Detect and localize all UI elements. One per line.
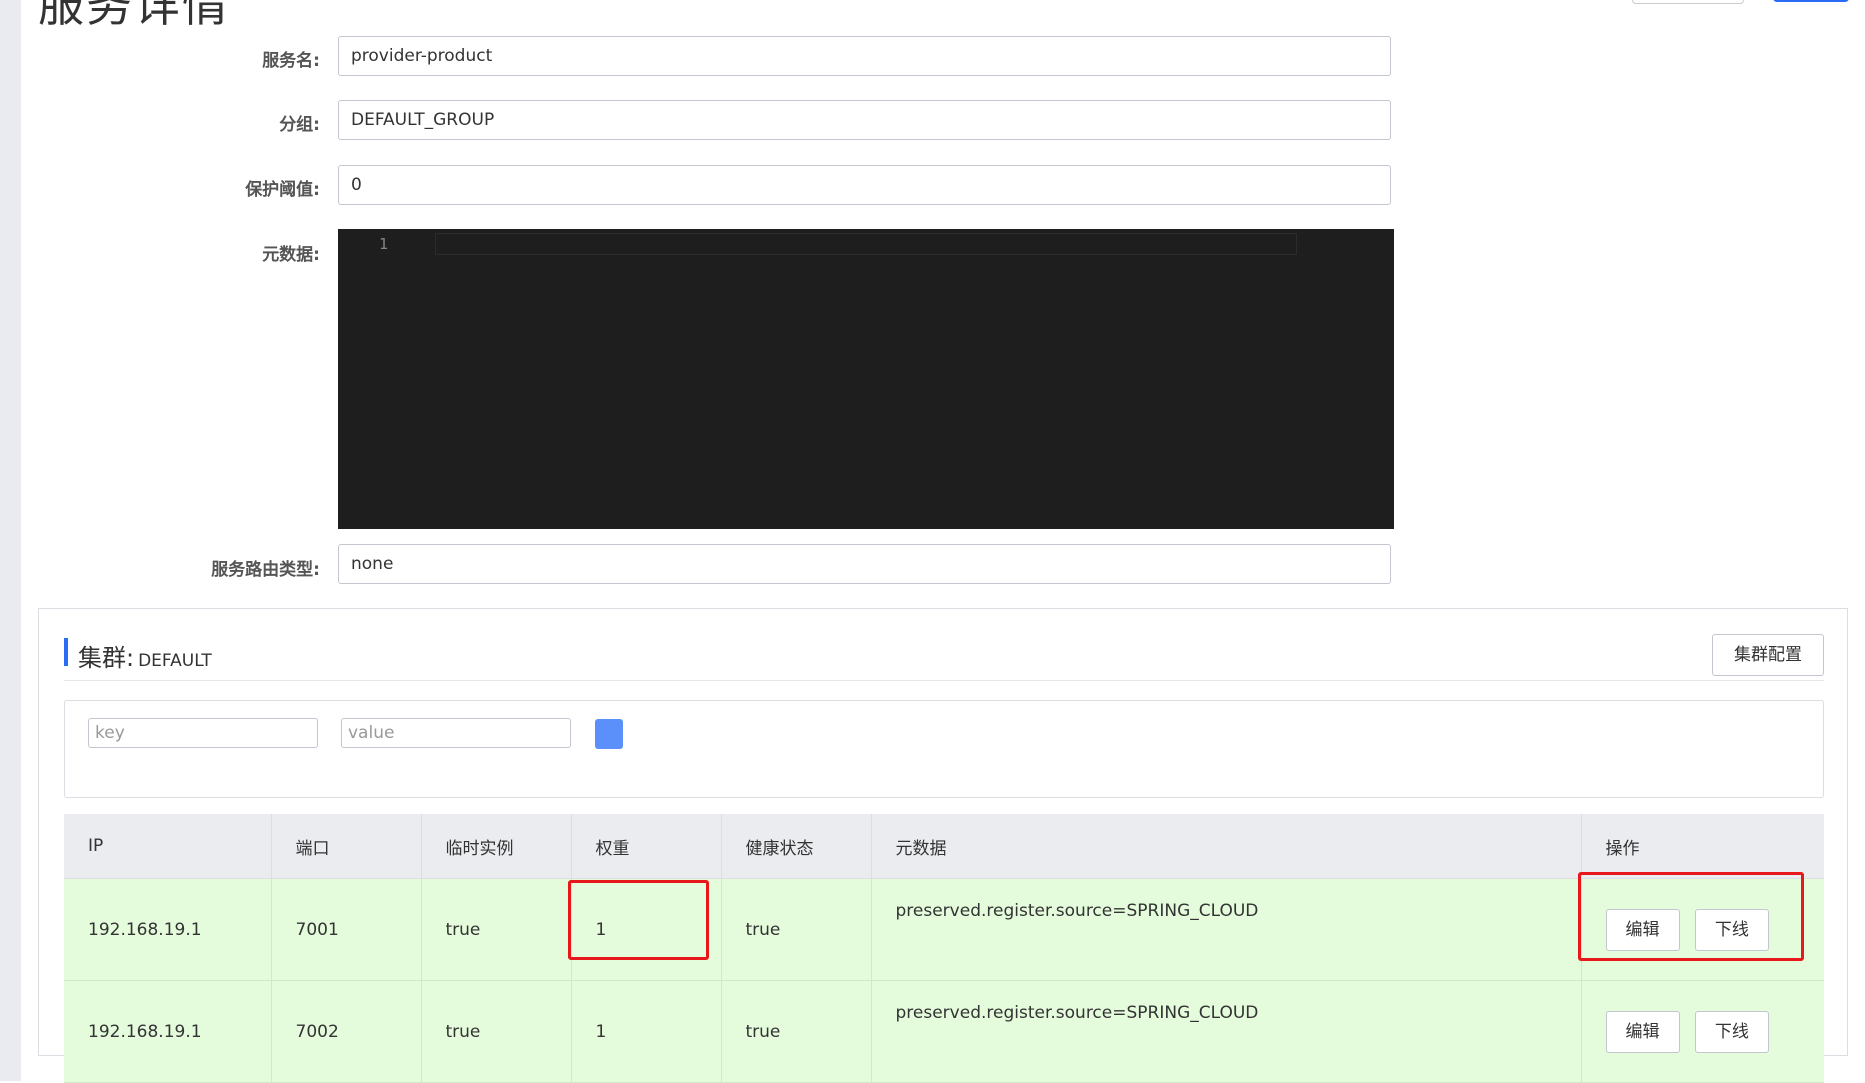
cell-metadata: preserved.register.source=SPRING_CLOUD [871, 980, 1582, 1083]
page-title: 服务详情 [38, 0, 230, 32]
cell-ip: 192.168.19.1 [64, 980, 272, 1083]
service-name-label: 服务名: [262, 51, 320, 71]
table-header-row: IP 端口 临时实例 权重 健康状态 元数据 操作 [64, 814, 1824, 879]
cell-weight: 1 [571, 878, 722, 981]
column-header-healthy: 健康状态 [721, 814, 872, 879]
cluster-config-button[interactable]: 集群配置 [1712, 634, 1824, 676]
cell-ephemeral: true [421, 980, 572, 1083]
metadata-editor[interactable]: 1 [338, 229, 1394, 529]
edit-button[interactable]: 编辑 [1605, 908, 1680, 951]
column-header-metadata: 元数据 [871, 814, 1582, 879]
column-header-port: 端口 [271, 814, 422, 879]
cell-healthy: true [721, 878, 872, 981]
cluster-name: DEFAULT [138, 651, 212, 671]
cell-port: 7002 [271, 980, 422, 1083]
offline-button[interactable]: 下线 [1694, 1010, 1769, 1053]
service-name-field[interactable]: provider-product [338, 36, 1391, 76]
metadata-label: 元数据: [262, 245, 320, 265]
column-header-actions: 操作 [1581, 814, 1824, 879]
route-type-field[interactable]: none [338, 544, 1391, 584]
cell-actions: 编辑 下线 [1581, 980, 1824, 1083]
back-button[interactable] [1632, 0, 1744, 4]
column-header-ephemeral: 临时实例 [421, 814, 572, 879]
table-row: 192.168.19.1 7002 true 1 true preserved.… [64, 980, 1824, 1083]
current-line-highlight [435, 233, 1297, 255]
column-header-ip: IP [64, 814, 272, 879]
protect-threshold-field[interactable]: 0 [338, 165, 1391, 205]
left-gutter [0, 0, 21, 1081]
table-row: 192.168.19.1 7001 true 1 true preserved.… [64, 878, 1824, 981]
instance-table: IP 端口 临时实例 权重 健康状态 元数据 操作 192.168.19.1 7… [64, 814, 1824, 1083]
cell-weight: 1 [571, 980, 722, 1083]
filter-add-button[interactable] [595, 719, 623, 749]
cell-ip: 192.168.19.1 [64, 878, 272, 981]
cell-port: 7001 [271, 878, 422, 981]
filter-value-input[interactable] [341, 718, 571, 748]
editor-gutter: 1 [338, 229, 400, 529]
cluster-divider [64, 680, 1824, 681]
cell-actions: 编辑 下线 [1581, 878, 1824, 981]
line-number: 1 [378, 235, 388, 253]
edit-button[interactable]: 编辑 [1605, 1010, 1680, 1053]
filter-key-input[interactable] [88, 718, 318, 748]
cluster-title: 集群: DEFAULT [64, 638, 212, 672]
confirm-button[interactable] [1773, 0, 1849, 2]
column-header-weight: 权重 [571, 814, 722, 879]
cluster-label: 集群: [78, 644, 135, 672]
group-field[interactable]: DEFAULT_GROUP [338, 100, 1391, 140]
cell-healthy: true [721, 980, 872, 1083]
cell-metadata: preserved.register.source=SPRING_CLOUD [871, 878, 1582, 981]
cell-ephemeral: true [421, 878, 572, 981]
protect-threshold-label: 保护阈值: [245, 180, 320, 200]
offline-button[interactable]: 下线 [1694, 908, 1769, 951]
route-type-label: 服务路由类型: [211, 560, 320, 580]
metadata-filter-box [64, 700, 1824, 798]
group-label: 分组: [279, 115, 320, 135]
